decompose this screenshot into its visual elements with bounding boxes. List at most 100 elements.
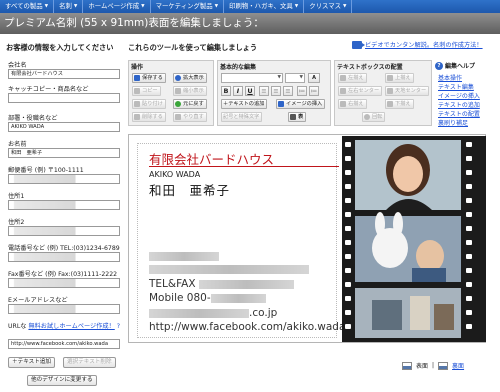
redo-icon: [175, 114, 181, 120]
align-top-label: 上揃え: [395, 75, 411, 81]
font-size-select[interactable]: [285, 73, 305, 83]
italic-button[interactable]: I: [233, 86, 243, 96]
help-link-text-edit[interactable]: テキスト編集: [438, 82, 474, 91]
align-right-icon[interactable]: ≡: [283, 86, 293, 96]
field-label-email: Eメールアドレスなど: [8, 297, 68, 304]
undo-button[interactable]: 元に戻す: [173, 99, 207, 109]
phone-input[interactable]: [8, 252, 120, 262]
catchcopy-input[interactable]: [8, 93, 120, 103]
film-strip-photo[interactable]: [342, 136, 486, 342]
save-button[interactable]: 保存する: [132, 73, 166, 83]
card-mobile-text[interactable]: Mobile 080-: [149, 292, 266, 304]
center-horizontal-button[interactable]: 左右センター: [338, 86, 383, 96]
text-color-button[interactable]: A: [308, 73, 320, 83]
table-icon: [290, 114, 296, 120]
card-roman-name-text[interactable]: AKIKO WADA: [149, 170, 200, 179]
align-top-button[interactable]: 上揃え: [385, 73, 414, 83]
back-side-icon[interactable]: [438, 361, 449, 370]
underline-button[interactable]: U: [245, 86, 255, 96]
dropdown-triangle-icon: ▼: [141, 4, 145, 9]
help-link-add-text[interactable]: テキストの追加: [438, 100, 480, 109]
top-nav: すべての製品 ▼ 名刺 ▼ ホームページ作成 ▼ マーケティング製品 ▼ 印刷物・ハガキ…: [0, 0, 500, 13]
dropdown-triangle-icon: ▼: [44, 4, 49, 9]
field-label-phone: 電話番号など (例) TEL:(03)1234-6789: [8, 245, 120, 252]
delete-button[interactable]: 削除する: [132, 112, 166, 122]
help-link-text-layout[interactable]: テキストの配置: [438, 109, 480, 118]
center-v-label: 天地センター: [395, 88, 427, 94]
department-input[interactable]: AKIKO WADA: [8, 122, 120, 132]
rotate-button[interactable]: 回転: [362, 112, 386, 122]
shrink-label: 縮小表示: [183, 88, 204, 94]
nav-item-business-cards[interactable]: 名刺 ▼: [54, 0, 84, 13]
rotate-label: 回転: [372, 114, 383, 120]
back-side-link[interactable]: 裏面: [452, 361, 464, 370]
help-question-icon[interactable]: ?: [117, 323, 120, 330]
bullet-list-icon[interactable]: ≔: [297, 86, 307, 96]
table-label: 表: [298, 114, 304, 120]
center-vertical-button[interactable]: 天地センター: [385, 86, 430, 96]
add-text-tool-button[interactable]: ＋テキストの追加: [221, 99, 268, 109]
nav-label: マーケティング製品: [155, 2, 213, 10]
name-input[interactable]: 和田 亜希子: [8, 148, 120, 158]
postal-input[interactable]: [8, 174, 120, 184]
card-mobile-blurred: [210, 293, 266, 303]
nav-item-all-products[interactable]: すべての製品 ▼: [0, 0, 55, 13]
company-input[interactable]: 有限会社バードハウス: [8, 69, 120, 79]
paste-icon: [134, 101, 140, 107]
card-postal-blurred[interactable]: [149, 252, 219, 261]
align-right-button[interactable]: 右揃え: [338, 99, 367, 109]
delete-text-button[interactable]: 選択テキスト削除: [63, 357, 116, 368]
paste-button[interactable]: 貼り付け: [132, 99, 166, 109]
dropdown-triangle-icon: ▼: [294, 4, 299, 9]
align-left-icon[interactable]: ≡: [259, 86, 269, 96]
center-h-icon: [340, 88, 346, 94]
card-address-blurred[interactable]: [149, 265, 309, 274]
zoom-label: 拡大表示: [183, 75, 204, 81]
align-right-label: 右揃え: [348, 101, 364, 107]
nav-item-print-stationery[interactable]: 印刷物・ハガキ、文具 ▼: [224, 0, 305, 13]
field-label-url: URLな 無料お試しホームページ作成！ ?: [8, 321, 120, 330]
free-homepage-link[interactable]: 無料お試しホームページ作成！: [28, 323, 114, 330]
save-icon: [134, 75, 140, 81]
address1-input[interactable]: [8, 200, 120, 210]
email-input[interactable]: [8, 304, 120, 314]
insert-image-button[interactable]: イメージの挿入: [276, 99, 326, 109]
card-tel-text[interactable]: TEL&FAX: [149, 278, 294, 290]
zoom-in-button[interactable]: 拡大表示: [173, 73, 207, 83]
redo-button[interactable]: やり直す: [173, 112, 207, 122]
undo-icon: [175, 101, 181, 107]
fax-input[interactable]: [8, 278, 120, 288]
align-bottom-button[interactable]: 下揃え: [385, 99, 414, 109]
numbered-list-icon[interactable]: ≔: [309, 86, 319, 96]
address2-input[interactable]: [8, 226, 120, 236]
other-design-button[interactable]: 他のデザインに変更する: [27, 375, 97, 386]
card-name-text[interactable]: 和田 亜希子: [149, 180, 230, 199]
help-link-basic[interactable]: 基本操作: [438, 73, 462, 82]
delete-label: 削除する: [142, 114, 163, 120]
align-left-button[interactable]: 左揃え: [338, 73, 367, 83]
add-text-button[interactable]: ＋テキスト追加: [8, 357, 55, 368]
font-select[interactable]: [221, 73, 283, 83]
film-strip-svg: [342, 136, 486, 342]
table-button[interactable]: 表: [288, 112, 307, 122]
video-tutorial-link[interactable]: ビデオでカンタン解説。名刺の作成方法！: [352, 40, 483, 49]
bold-button[interactable]: B: [221, 86, 231, 96]
align-center-icon[interactable]: ≡: [271, 86, 281, 96]
copy-button[interactable]: コピー: [132, 86, 161, 96]
help-link-insert-image[interactable]: イメージの挿入: [438, 91, 480, 100]
card-email-text[interactable]: .co.jp: [149, 307, 277, 319]
help-link-back-print[interactable]: 裏刷り補足: [438, 118, 468, 127]
card-mobile-label: Mobile 080-: [149, 292, 211, 304]
separator: |: [432, 362, 435, 369]
nav-item-marketing[interactable]: マーケティング製品 ▼: [151, 0, 225, 13]
text-align-panel: テキストボックスの配置 左揃え 上揃え 左右センター 天地センター 右揃え 下揃…: [334, 60, 432, 126]
nav-item-christmas[interactable]: クリスマス ▼: [304, 0, 353, 13]
nav-item-homepage[interactable]: ホームページ作成 ▼: [83, 0, 151, 13]
card-url-text[interactable]: http://www.facebook.com/akiko.wada: [149, 321, 345, 333]
symbols-button[interactable]: 記号と特殊文字: [221, 112, 263, 122]
front-side-icon[interactable]: [402, 361, 412, 370]
align-right-box-icon: [340, 101, 346, 107]
zoom-out-button[interactable]: 縮小表示: [173, 86, 207, 96]
url-label: URLな: [8, 323, 27, 330]
url-input[interactable]: http://www.facebook.com/akiko.wada: [8, 339, 120, 349]
